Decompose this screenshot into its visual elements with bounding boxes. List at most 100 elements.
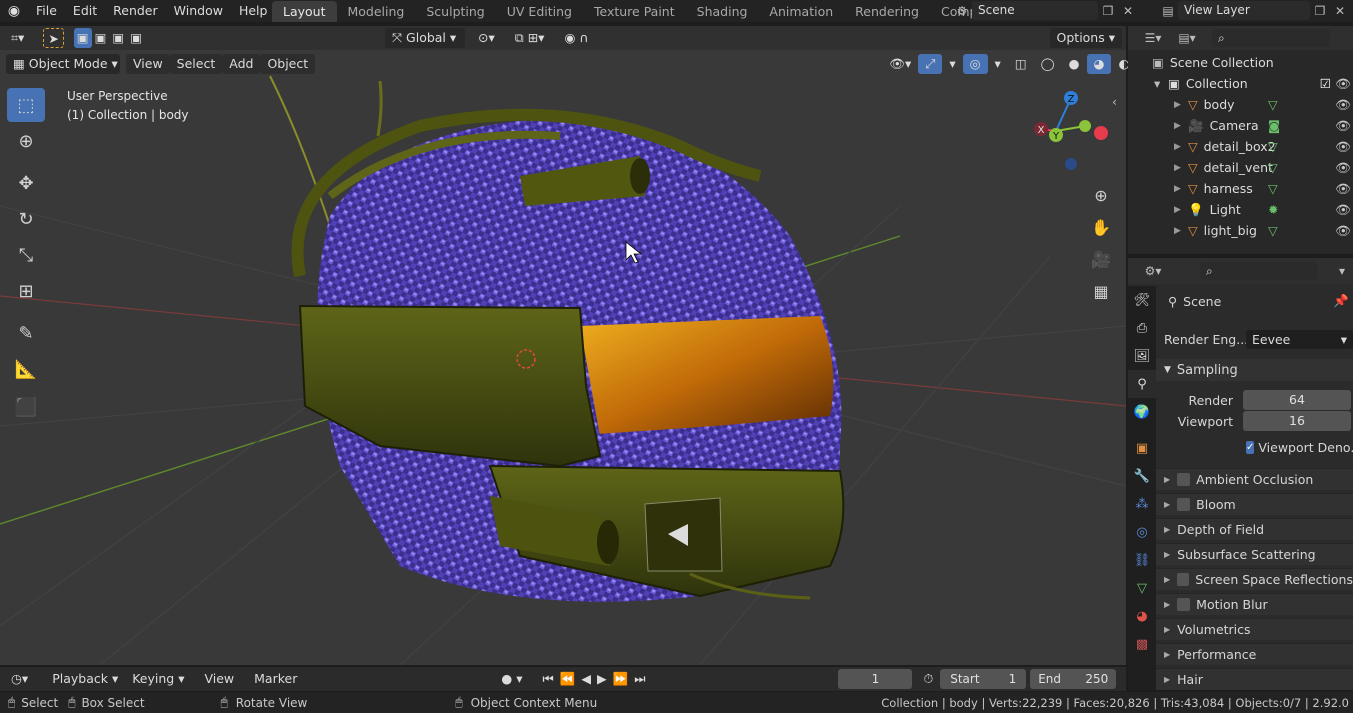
start-frame-field[interactable]: Start 1 <box>940 669 1027 689</box>
outliner-item-camera[interactable]: ▶ 🎥 Camera ◙ 👁 <box>1128 115 1353 136</box>
outliner-item-detail-vent[interactable]: ▶ ▽ detail_vent ▽ 👁 <box>1128 157 1353 178</box>
select-mode-new-icon[interactable]: ▣ <box>73 28 92 48</box>
viewport-samples-field[interactable]: 16 <box>1243 411 1351 431</box>
light-icon[interactable]: ✹ <box>1268 202 1278 217</box>
texture-tab-icon[interactable]: ▩ <box>1128 630 1156 658</box>
viewport-menu-view[interactable]: View <box>126 54 170 74</box>
select-mode-intersect-icon[interactable]: ▣ <box>127 28 145 48</box>
properties-search-input[interactable]: ⌕ <box>1200 262 1318 280</box>
add-cube-tool-icon[interactable]: ⬛ <box>7 390 45 424</box>
tab-shading[interactable]: Shading <box>686 1 759 22</box>
current-frame-field[interactable]: 1 <box>838 669 913 689</box>
panel-volumetrics[interactable]: ▶ Volumetrics <box>1156 618 1353 640</box>
panel-screen-space-reflections[interactable]: ▶ Screen Space Reflections <box>1156 568 1353 590</box>
object-tab-icon[interactable]: ▣ <box>1128 434 1156 462</box>
mesh-icon[interactable]: ▽ <box>1268 160 1278 175</box>
mesh-icon[interactable]: ▽ <box>1268 139 1278 154</box>
panel-enable-checkbox[interactable] <box>1177 498 1191 511</box>
viewport-menu-add[interactable]: Add <box>222 54 261 74</box>
rotate-tool-icon[interactable]: ↻ <box>7 202 45 236</box>
sidebar-toggle-icon[interactable]: ‹ <box>1112 92 1117 112</box>
transform-orientation-dropdown[interactable]: ⤧ Global ▾ <box>385 28 466 48</box>
proportional-editing-icon[interactable]: ◉ ∩ <box>557 28 595 48</box>
pin-icon[interactable]: 📌 <box>1333 293 1349 309</box>
visibility-eye-icon[interactable]: 👁 <box>1335 181 1351 197</box>
expand-icon[interactable]: ▶ <box>1174 184 1188 194</box>
constraints-tab-icon[interactable]: ⛓ <box>1128 546 1156 574</box>
panel-hair[interactable]: ▶ Hair <box>1156 668 1353 690</box>
gizmo-toggle-icon[interactable]: ⤢ <box>918 54 943 74</box>
outliner-item-detail-box2[interactable]: ▶ ▽ detail_box2 ▽ 👁 <box>1128 136 1353 157</box>
visibility-eye-icon[interactable]: 👁 <box>1335 97 1351 113</box>
move-tool-icon[interactable]: ✥ <box>7 166 45 200</box>
visibility-eye-icon[interactable]: 👁 <box>1335 139 1351 155</box>
sampling-panel-header[interactable]: ▼ Sampling <box>1156 359 1353 381</box>
viewport-menu-select[interactable]: Select <box>169 54 223 74</box>
visibility-eye-icon[interactable]: 👁 <box>1335 118 1351 134</box>
play-reverse-icon[interactable]: ◀ <box>578 669 594 689</box>
panel-ambient-occlusion[interactable]: ▶ Ambient Occlusion <box>1156 468 1353 490</box>
properties-menu-icon[interactable]: ▾ <box>1332 262 1352 281</box>
data-tab-icon[interactable]: ▽ <box>1128 574 1156 602</box>
view-layer-icon[interactable]: ▤ <box>1158 1 1178 20</box>
panel-bloom[interactable]: ▶ Bloom <box>1156 493 1353 515</box>
expand-icon[interactable]: ▶ <box>1174 121 1188 131</box>
expand-icon[interactable]: ▶ <box>1174 226 1188 236</box>
playback-menu[interactable]: Playback ▾ <box>45 669 125 689</box>
pivot-point-icon[interactable]: ⊙▾ <box>471 28 502 48</box>
particles-tab-icon[interactable]: ⁂ <box>1128 490 1156 518</box>
tab-uv-editing[interactable]: UV Editing <box>496 1 583 22</box>
pan-hand-icon[interactable]: ✋ <box>1088 212 1114 242</box>
scale-tool-icon[interactable]: ⤡ <box>7 238 45 272</box>
measure-tool-icon[interactable]: 📐 <box>7 352 45 386</box>
properties-editor-type-icon[interactable]: ⚙▾ <box>1136 262 1170 281</box>
editor-type-icon[interactable]: ⌗▾ <box>4 28 31 48</box>
collection-checkbox[interactable]: ☑ <box>1320 76 1331 91</box>
annotate-tool-icon[interactable]: ✎ <box>7 316 45 350</box>
scene-name-field[interactable]: Scene <box>972 1 1098 20</box>
outliner-scene-collection[interactable]: ▣ Scene Collection <box>1128 52 1353 73</box>
expand-icon[interactable]: ▶ <box>1174 163 1188 173</box>
wireframe-shading-icon[interactable]: ◯ <box>1034 54 1062 74</box>
timeline-editor-type-icon[interactable]: ◷▾ <box>4 669 35 689</box>
panel-enable-checkbox[interactable] <box>1177 573 1190 586</box>
collection-eye-icon[interactable]: 👁 <box>1335 76 1351 92</box>
tab-layout[interactable]: Layout <box>272 1 337 22</box>
outliner-search-input[interactable]: ⌕ <box>1212 29 1330 47</box>
preview-range-icon[interactable]: ⏱ <box>916 669 940 689</box>
object-mode-dropdown[interactable]: ▦ Object Mode ▾ <box>6 54 120 74</box>
jump-end-icon[interactable]: ⏭ <box>631 669 648 689</box>
camera-icon[interactable]: ◙ <box>1268 118 1280 133</box>
xray-toggle-icon[interactable]: ◫ <box>1008 54 1034 74</box>
outliner-item-body[interactable]: ▶ ▽ body ▽ 👁 <box>1128 94 1353 115</box>
select-mode-subtract-icon[interactable]: ▣ <box>109 28 127 48</box>
panel-subsurface-scattering[interactable]: ▶ Subsurface Scattering <box>1156 543 1353 565</box>
blender-logo-icon[interactable]: ◉ <box>0 0 28 22</box>
collection-expand-icon[interactable]: ▾ <box>1154 76 1168 91</box>
material-tab-icon[interactable]: ◕ <box>1128 602 1156 630</box>
timeline-view-menu[interactable]: View <box>197 669 241 689</box>
play-icon[interactable]: ▶ <box>594 669 610 689</box>
visibility-eye-icon[interactable]: 👁 <box>1335 223 1351 239</box>
tab-modeling[interactable]: Modeling <box>337 1 416 22</box>
solid-shading-icon[interactable]: ● <box>1062 54 1087 74</box>
gizmo-dropdown-icon[interactable]: ▾ <box>942 54 962 74</box>
zoom-icon[interactable]: ⊕ <box>1088 180 1114 210</box>
jump-keyframe-forward-icon[interactable]: ⏩ <box>610 669 632 689</box>
outliner-collection[interactable]: ▾ ▣ Collection ☑ 👁 <box>1128 73 1353 94</box>
expand-icon[interactable]: ▶ <box>1174 205 1188 215</box>
outliner-editor-type-icon[interactable]: ☰▾ <box>1136 29 1170 48</box>
panel-enable-checkbox[interactable] <box>1177 598 1191 611</box>
perspective-grid-icon[interactable]: ▦ <box>1088 276 1114 306</box>
visibility-eye-icon[interactable]: 👁 <box>1335 160 1351 176</box>
viewport-denoise-checkbox[interactable]: ✓ <box>1246 440 1255 454</box>
end-frame-field[interactable]: End 250 <box>1030 669 1117 689</box>
delete-view-layer-icon[interactable]: ✕ <box>1330 1 1350 20</box>
options-dropdown[interactable]: Options ▾ <box>1049 28 1122 48</box>
outliner-item-harness[interactable]: ▶ ▽ harness ▽ 👁 <box>1128 178 1353 199</box>
camera-view-icon[interactable]: 🎥 <box>1088 244 1114 274</box>
view-layer-field[interactable]: View Layer <box>1178 1 1310 20</box>
scene-icon[interactable]: ⚙ <box>952 1 972 20</box>
select-tool-icon[interactable]: ➤ <box>43 28 64 48</box>
select-box-tool-icon[interactable]: ⬚ <box>7 88 45 122</box>
